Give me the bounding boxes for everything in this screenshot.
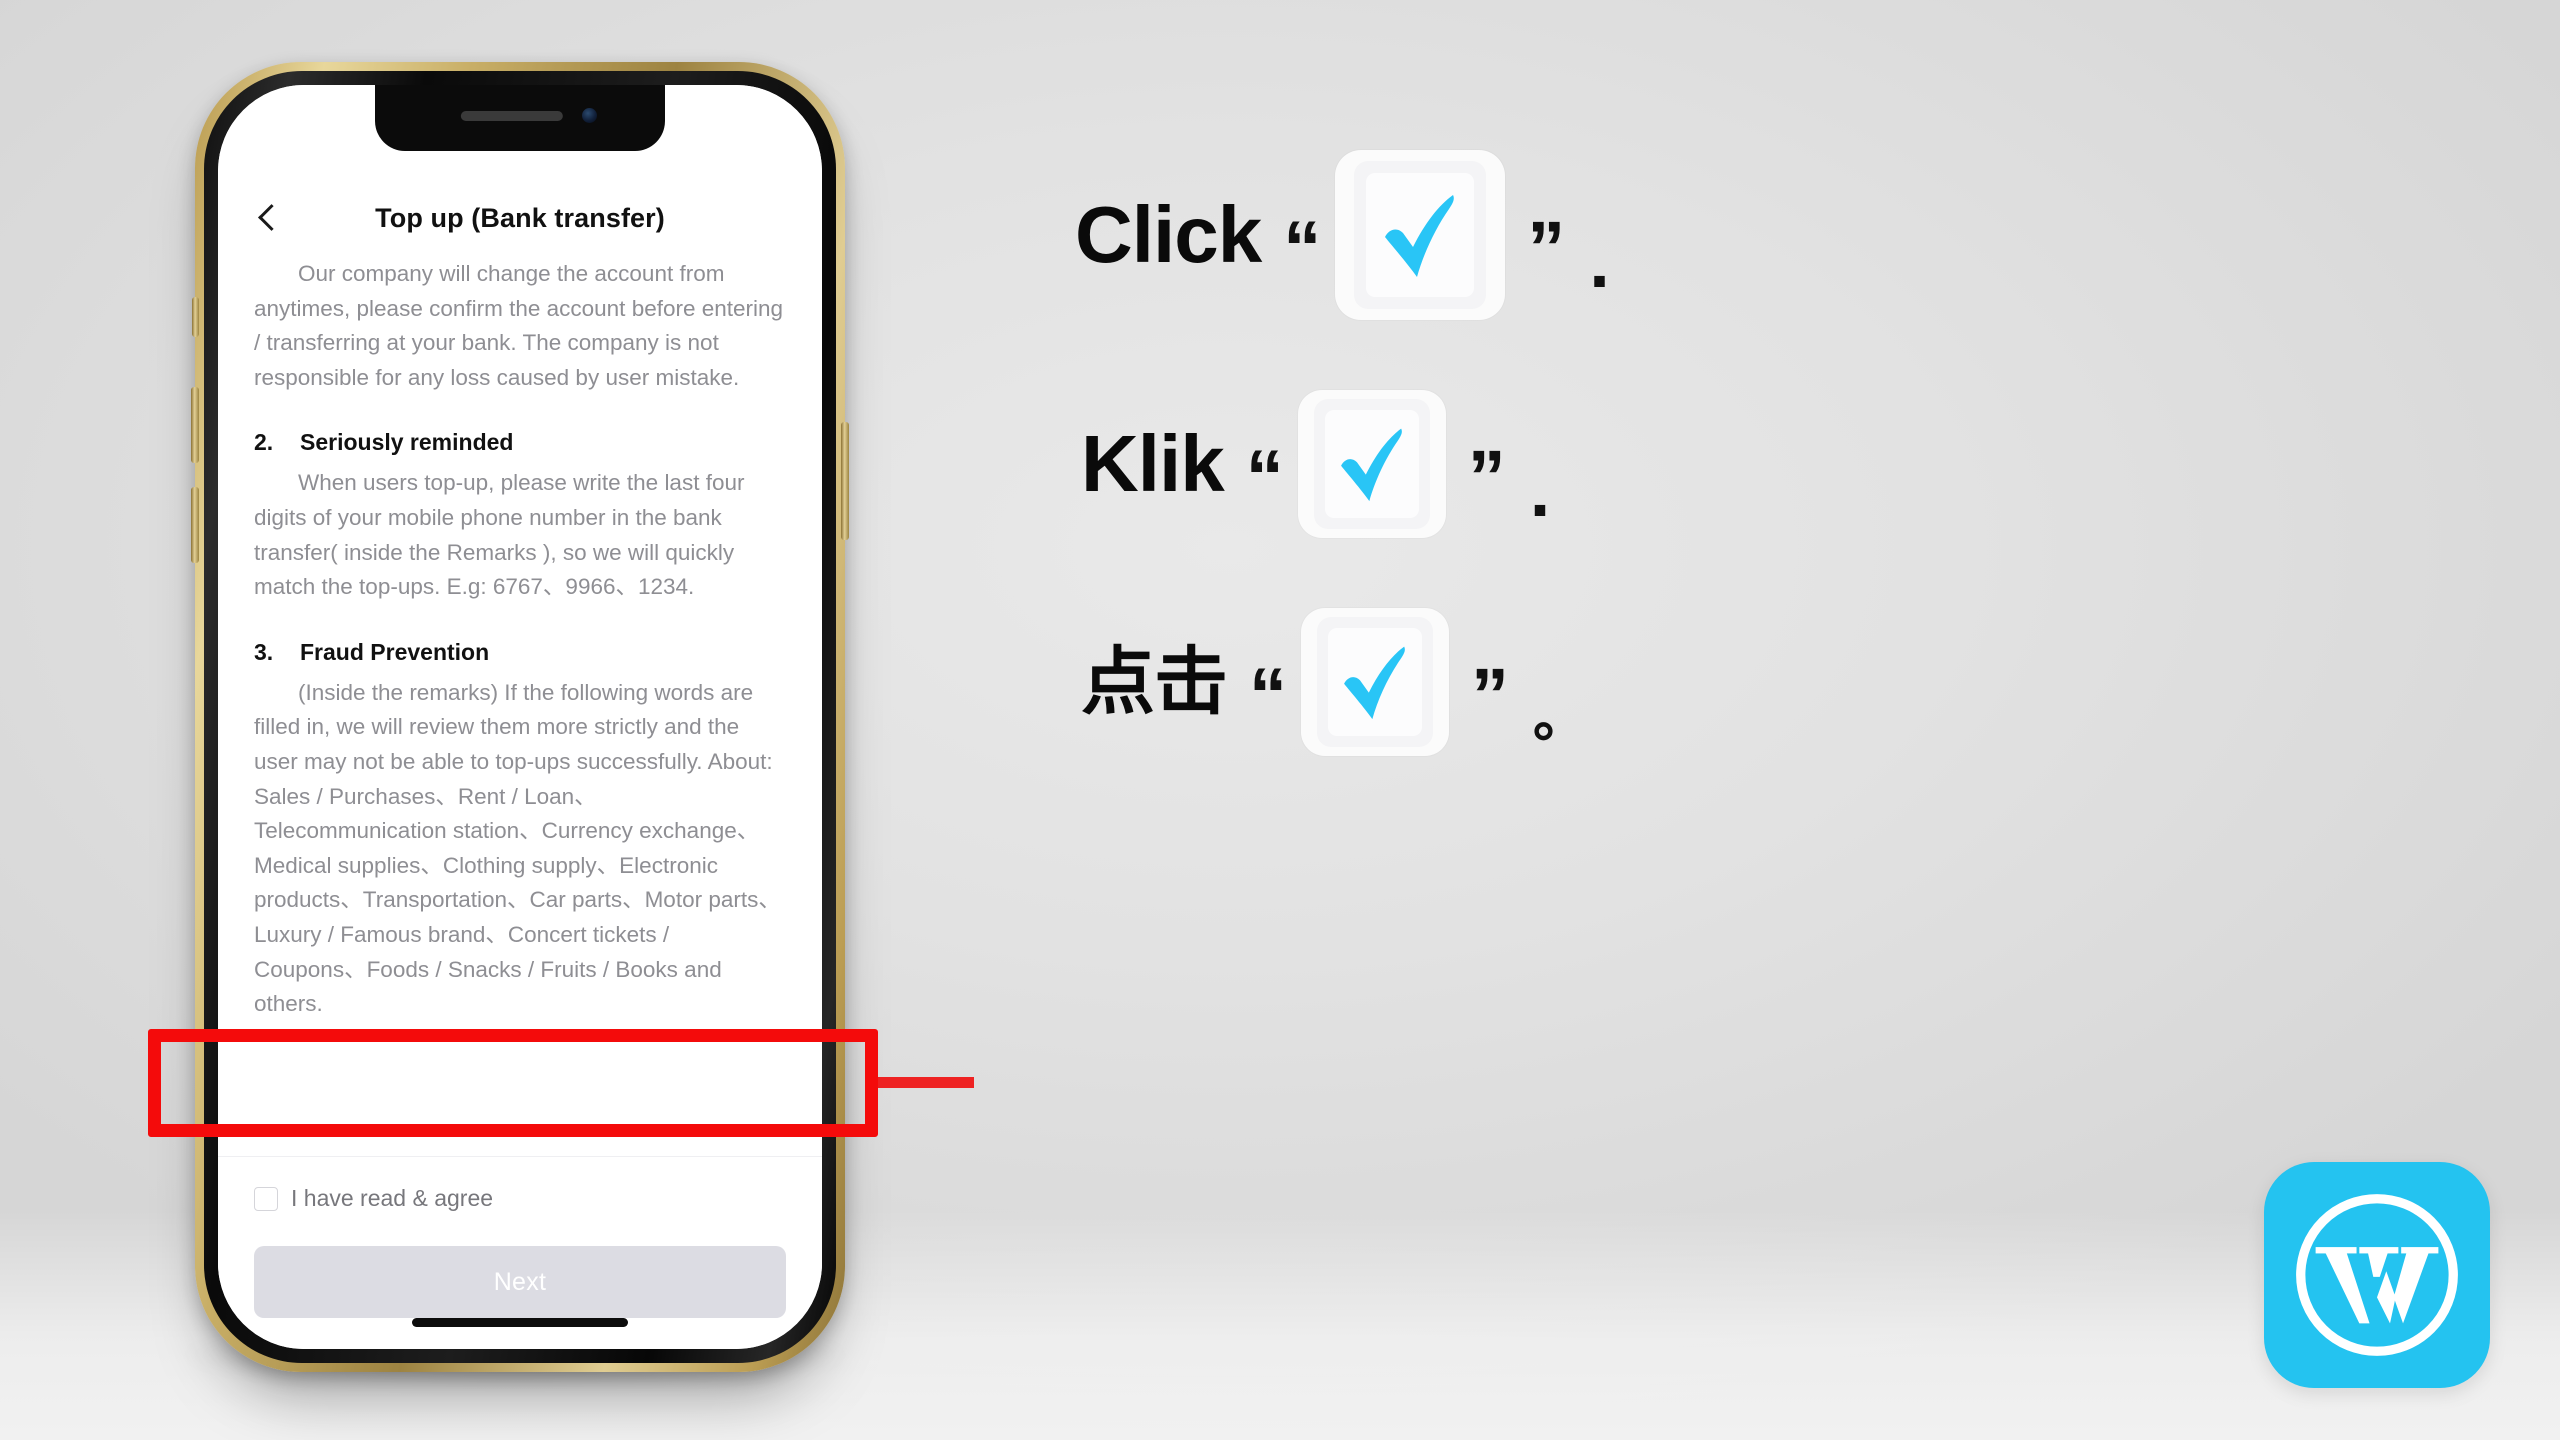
silent-switch[interactable] [192,297,199,337]
instruction-row-en: Click “ ” . [1075,150,2175,320]
white-check-mark-icon [1301,608,1449,756]
quote-open-icon: “ [1283,206,1322,291]
agree-label[interactable]: I have read & agree [291,1185,493,1212]
page-title: Top up (Bank transfer) [375,202,665,233]
check-tile-inner [1317,617,1433,747]
front-camera-icon [582,108,597,123]
section-heading-3: 3. Fraud Prevention [254,639,786,666]
agree-row[interactable]: I have read & agree [218,1156,822,1238]
section-heading-2: 2. Seriously reminded [254,429,786,456]
topup-app: Top up (Bank transfer) Our company will … [218,85,822,1349]
instruction-period-en: . [1589,219,1610,303]
phone-notch [375,85,665,151]
section-3-title: Fraud Prevention [300,638,490,665]
home-indicator[interactable] [412,1318,628,1327]
quote-close-icon: ” [1471,653,1509,738]
check-tile-inner [1313,399,1430,529]
phone-screen: Top up (Bank transfer) Our company will … [218,85,822,1349]
white-check-mark-icon [1297,390,1446,538]
annotation-highlight-box [148,1029,878,1137]
volume-up-button[interactable] [191,387,199,463]
section-2-title: Seriously reminded [300,429,514,456]
check-tile-face [1324,410,1419,518]
paragraph-seriously-reminded: When users top-up, please write the last… [254,470,745,600]
wordpress-w-icon [2296,1194,2458,1356]
check-tile-face [1328,628,1422,736]
earpiece-speaker [460,111,563,121]
quote-open-icon: “ [1249,653,1287,738]
instruction-period-zh: 。 [1533,687,1587,748]
instruction-period-id: . [1529,448,1551,532]
check-tile-face [1366,173,1475,297]
paragraph-fraud-prevention: (Inside the remarks) If the following wo… [254,679,781,1017]
volume-down-button[interactable] [191,487,199,563]
instruction-word-klik: Klik [1081,419,1225,508]
section-2-number: 2. [254,429,274,456]
check-mark-glyph [1340,428,1402,502]
instruction-row-zh: 点击 “ ” 。 [1081,608,2175,756]
instruction-list: Click “ ” . Klik “ ” . 点击 “ ” 。 [1075,150,2175,826]
check-tile-inner [1354,161,1487,309]
power-button[interactable] [841,422,849,540]
phone-bezel: Top up (Bank transfer) Our company will … [204,71,836,1363]
quote-open-icon: “ [1245,435,1284,520]
annotation-arrow [878,1077,974,1088]
terms-content[interactable]: Our company will change the account from… [218,247,822,1156]
instruction-word-dianji: 点击 [1081,640,1228,723]
chevron-left-icon[interactable] [254,205,280,231]
wordpress-logo[interactable] [2264,1162,2490,1388]
check-mark-glyph [1385,195,1455,277]
quote-close-icon: ” [1527,206,1566,291]
instruction-row-id: Klik “ ” . [1081,390,2175,538]
white-check-mark-icon [1335,150,1506,320]
agree-checkbox[interactable] [254,1186,278,1211]
paragraph-intro: Our company will change the account from… [254,261,784,390]
section-3-number: 3. [254,638,274,665]
phone-mockup: Top up (Bank transfer) Our company will … [191,62,849,1372]
next-button[interactable]: Next [254,1246,786,1318]
check-mark-glyph [1344,646,1405,720]
instruction-word-click: Click [1075,190,1262,279]
app-header: Top up (Bank transfer) [218,189,822,247]
quote-close-icon: ” [1467,435,1506,520]
next-button-wrap: Next [218,1238,822,1318]
